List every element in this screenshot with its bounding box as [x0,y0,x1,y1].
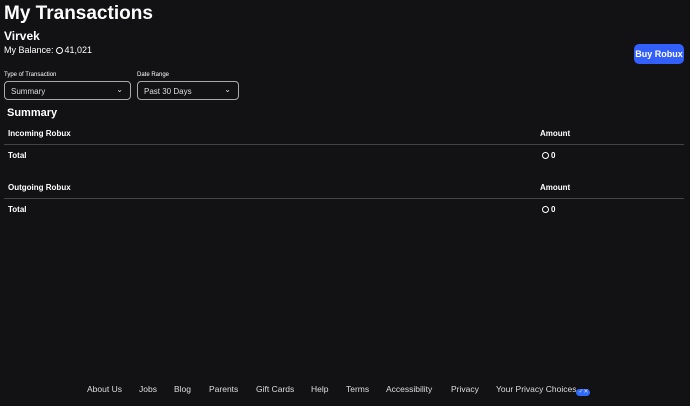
footer-accessibility[interactable]: Accessibility [386,384,432,394]
type-select[interactable]: Summary ⌄ [4,81,131,100]
robux-icon [542,206,549,213]
table-row: Total 0 [8,205,556,214]
footer-help[interactable]: Help [311,384,328,394]
divider [4,144,684,145]
footer-terms[interactable]: Terms [346,384,369,394]
summary-title: Summary [7,107,58,119]
page-title: My Transactions [4,3,153,24]
robux-icon [55,47,63,54]
outgoing-header: Outgoing Robux Amount [8,183,571,192]
footer-gift-cards[interactable]: Gift Cards [256,384,294,394]
footer-about-us[interactable]: About Us [87,384,122,394]
incoming-header: Incoming Robux Amount [8,129,571,138]
buy-robux-button[interactable]: Buy Robux [634,44,684,64]
privacy-choices-icon: ✓✕ [576,389,591,396]
footer-privacy[interactable]: Privacy [451,384,479,394]
date-select[interactable]: Past 30 Days ⌄ [137,81,239,100]
footer-jobs[interactable]: Jobs [139,384,157,394]
chevron-down-icon: ⌄ [116,85,123,94]
table-row: Total 0 [8,151,556,160]
footer-parents[interactable]: Parents [209,384,238,394]
footer-blog[interactable]: Blog [174,384,191,394]
balance: My Balance: 41,021 [4,45,93,55]
robux-icon [542,152,549,159]
divider [4,198,684,199]
footer-privacy-choices[interactable]: Your Privacy Choices ✓✕ [496,384,591,396]
chevron-down-icon: ⌄ [224,85,231,94]
date-label: Date Range [137,72,170,78]
type-label: Type of Transaction [4,72,57,78]
username: Virvek [4,29,40,43]
